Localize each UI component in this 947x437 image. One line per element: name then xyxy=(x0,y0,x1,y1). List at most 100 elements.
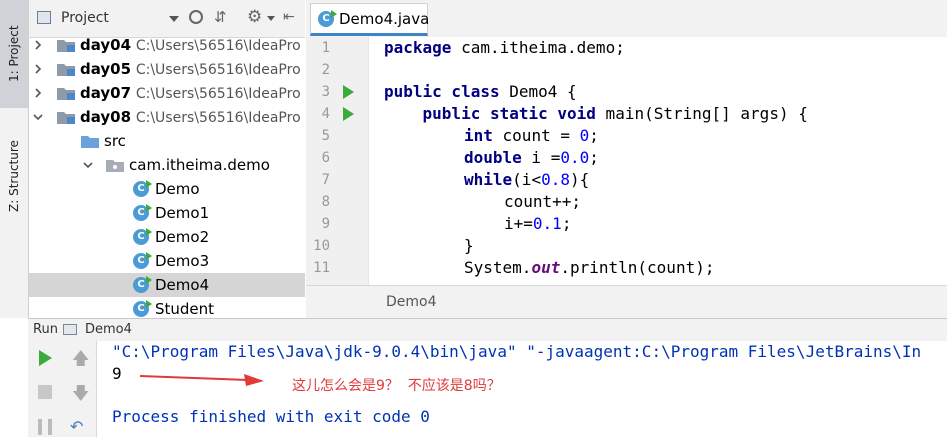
chevron-down-icon[interactable] xyxy=(33,112,43,122)
module-name: day04 xyxy=(80,36,132,54)
line-number: 7 xyxy=(321,172,330,188)
tree-item-label: Demo2 xyxy=(155,228,210,246)
tree-item-label: Demo1 xyxy=(155,204,210,222)
project-view-icon xyxy=(37,11,51,24)
code-line-7: while(i<0.8){ xyxy=(464,169,589,191)
code-token: ; xyxy=(589,148,599,167)
line-number: 11 xyxy=(313,260,330,276)
stop-icon[interactable] xyxy=(38,385,52,399)
code-line-3: public class Demo4 { xyxy=(384,81,577,103)
hide-panel-icon[interactable]: ⇤ xyxy=(283,9,295,25)
line-number: 5 xyxy=(321,128,330,144)
code-line-10: } xyxy=(464,236,474,255)
line-number: 2 xyxy=(321,62,330,78)
code-token: 0.8 xyxy=(541,170,570,189)
code-token: i = xyxy=(521,148,561,167)
console-exit-message: Process finished with exit code 0 xyxy=(112,407,430,426)
view-dropdown-icon[interactable] xyxy=(169,16,179,22)
code-token: count = xyxy=(492,126,580,145)
line-number: 10 xyxy=(313,238,330,254)
tree-item-class[interactable]: C Demo2 xyxy=(29,225,305,249)
code-line-4: public static void main(String[] args) { xyxy=(384,103,808,125)
annotation-arrow-icon xyxy=(139,374,264,386)
source-folder-icon xyxy=(81,136,99,148)
settings-gear-icon[interactable]: ⚙ xyxy=(247,7,262,27)
tree-item-day07[interactable]: day07 C:\Users\56516\IdeaPro xyxy=(29,81,305,105)
run-panel-title[interactable]: Run xyxy=(33,319,58,341)
tree-item-day04[interactable]: day04 C:\Users\56516\IdeaPro xyxy=(29,33,305,57)
code-line-9: i+=0.1; xyxy=(504,213,571,235)
chevron-right-icon[interactable] xyxy=(33,40,43,50)
run-config-name[interactable]: Demo4 xyxy=(85,319,132,341)
structure-tool-tab-label: Z: Structure xyxy=(7,140,21,212)
editor-breadcrumb: Demo4 xyxy=(306,285,947,318)
tree-item-label: Demo4 xyxy=(155,276,210,294)
chevron-down-icon[interactable] xyxy=(83,160,93,170)
tree-item-label: cam.itheima.demo xyxy=(129,156,270,174)
run-toolbar: 🡅 🡇 ↶ xyxy=(28,341,97,437)
settings-dropdown-icon[interactable] xyxy=(267,16,275,21)
code-token: ; xyxy=(561,214,572,233)
module-path: C:\Users\56516\IdeaPro xyxy=(135,62,301,78)
code-token: out xyxy=(531,258,561,277)
code-editor[interactable] xyxy=(368,37,947,285)
tree-item-label: Student xyxy=(155,300,215,318)
code-token: public class xyxy=(384,82,500,101)
code-token: 0 xyxy=(579,126,590,145)
tree-item-class-selected[interactable]: C Demo4 xyxy=(29,273,305,297)
console-command-line: "C:\Program Files\Java\jdk-9.0.4\bin\jav… xyxy=(112,342,922,361)
tree-item-label: day04 C:\Users\56516\IdeaPro xyxy=(80,33,301,57)
line-number: 4 xyxy=(321,106,330,122)
tab-demo4-java[interactable]: C Demo4.java xyxy=(310,3,429,36)
run-class-gutter-icon[interactable] xyxy=(343,85,354,99)
scroll-up-icon[interactable]: 🡅 xyxy=(72,346,89,375)
code-token: 0.0 xyxy=(560,148,590,167)
project-tool-tab[interactable]: 1: Project xyxy=(0,0,28,108)
tree-item-src[interactable]: src xyxy=(29,129,305,153)
code-token: package xyxy=(384,38,452,57)
module-name: day05 xyxy=(80,60,132,78)
console-output-value: 9 xyxy=(112,364,122,383)
code-token: i+= xyxy=(504,214,533,233)
breadcrumb-item[interactable]: Demo4 xyxy=(386,286,437,318)
run-main-gutter-icon[interactable] xyxy=(343,107,354,121)
code-line-6: double i =0.0; xyxy=(464,147,599,169)
module-name: day07 xyxy=(80,84,132,102)
code-line-11: System.out.println(count); xyxy=(464,257,714,279)
code-token: double xyxy=(464,148,522,167)
tree-item-label: day07 C:\Users\56516\IdeaPro xyxy=(80,81,301,105)
tree-item-label: Demo xyxy=(155,180,200,198)
code-token: System. xyxy=(464,258,532,277)
pause-icon[interactable] xyxy=(38,419,52,435)
line-number: 9 xyxy=(321,216,330,232)
code-token: int xyxy=(464,126,493,145)
code-token: ){ xyxy=(569,170,590,189)
chevron-right-icon[interactable] xyxy=(33,88,43,98)
code-token: (i< xyxy=(512,170,542,189)
tree-item-package[interactable]: cam.itheima.demo xyxy=(29,153,305,177)
project-panel: Project ⇵ ⚙ ⇤ day04 C:\Users\56516\IdeaP… xyxy=(29,0,305,318)
tree-item-label: day08 C:\Users\56516\IdeaPro xyxy=(80,105,301,129)
project-view-title[interactable]: Project xyxy=(61,10,109,26)
tree-item-day05[interactable]: day05 C:\Users\56516\IdeaPro xyxy=(29,57,305,81)
collapse-all-icon[interactable]: ⇵ xyxy=(214,9,227,25)
tool-window-stripe: 1: Project Z: Structure xyxy=(0,0,29,318)
tree-item-class[interactable]: C Demo1 xyxy=(29,201,305,225)
chevron-right-icon[interactable] xyxy=(33,64,43,74)
code-token: main(String[] args) { xyxy=(595,104,808,123)
java-class-icon: C xyxy=(133,276,152,293)
tree-item-day08[interactable]: day08 C:\Users\56516\IdeaPro xyxy=(29,105,305,129)
structure-tool-tab[interactable]: Z: Structure xyxy=(0,128,28,224)
module-folder-icon xyxy=(57,64,75,76)
rerun-icon[interactable] xyxy=(39,350,52,366)
locate-icon[interactable] xyxy=(189,10,203,24)
scroll-down-icon[interactable]: 🡇 xyxy=(72,381,89,410)
tree-item-class[interactable]: C Demo3 xyxy=(29,249,305,273)
module-path: C:\Users\56516\IdeaPro xyxy=(135,110,301,126)
tree-item-label: Demo3 xyxy=(155,252,210,270)
tree-item-class[interactable]: C Demo xyxy=(29,177,305,201)
tree-item-class[interactable]: C Student xyxy=(29,297,305,318)
soft-wrap-icon[interactable]: ↶ xyxy=(70,417,83,436)
line-number: 8 xyxy=(321,194,330,210)
